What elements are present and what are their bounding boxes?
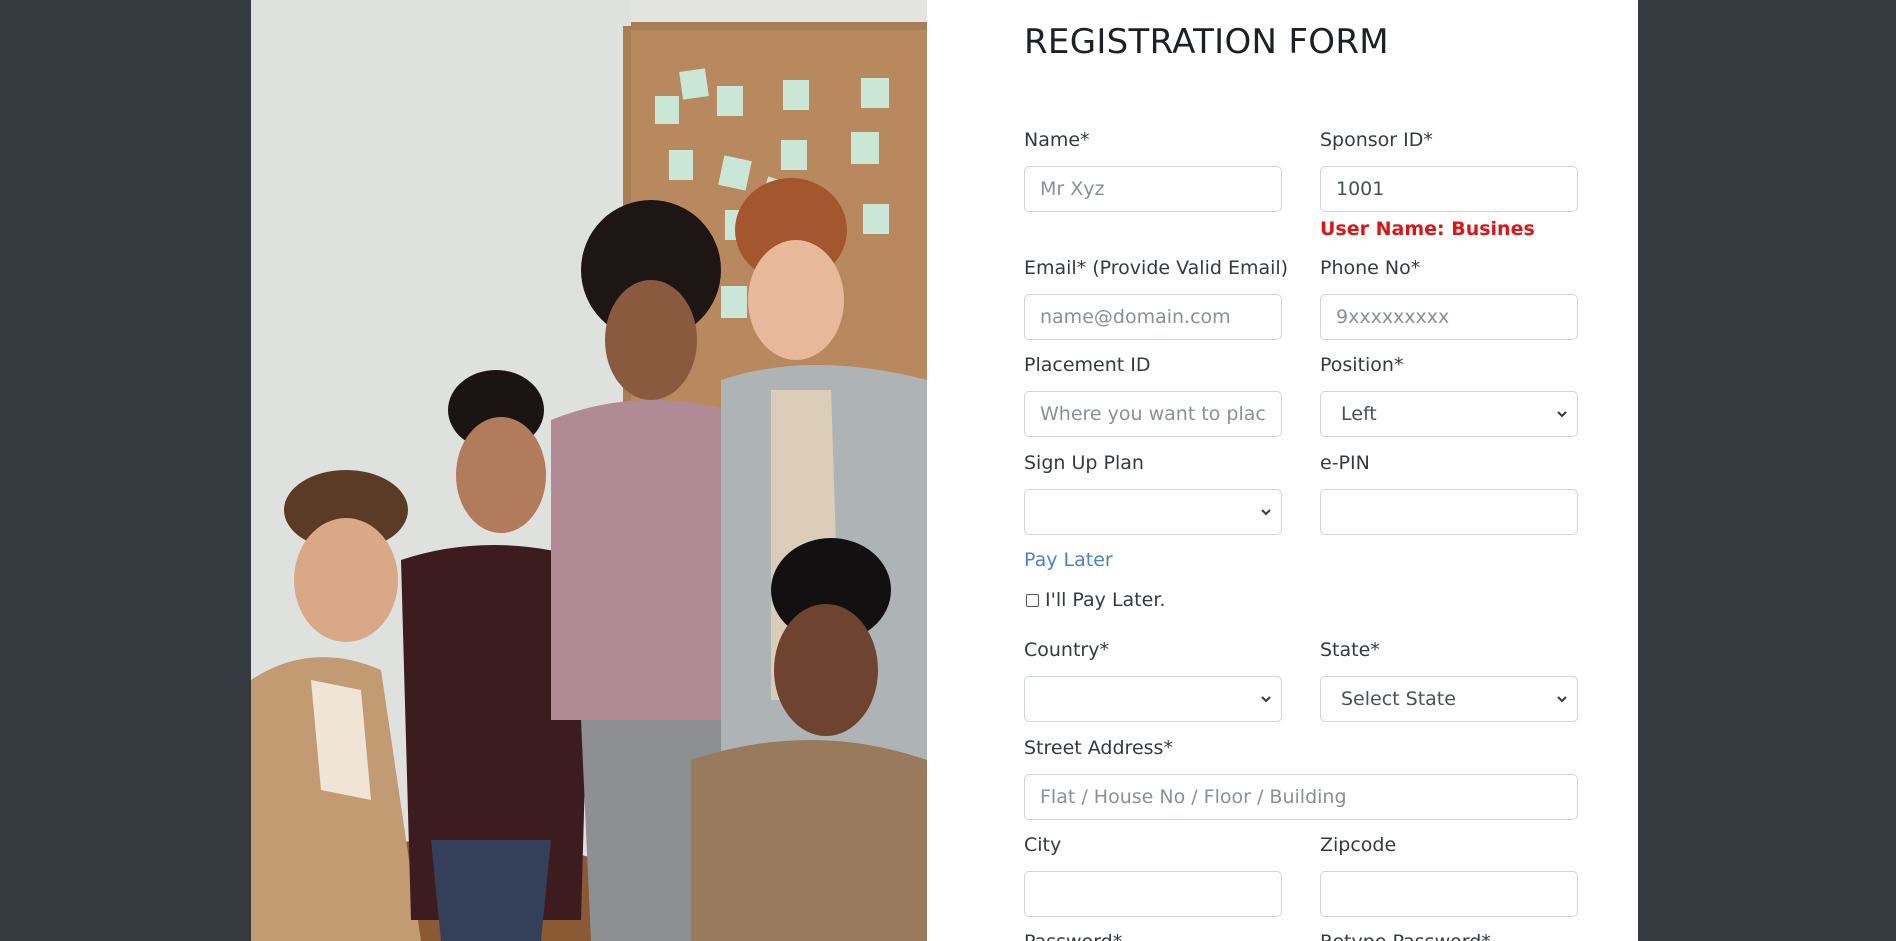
registration-form: REGISTRATION FORM Name* Sponsor ID* User… (1024, 0, 1584, 941)
retype-password-label: Retype Password* (1320, 931, 1491, 941)
email-label: Email* (Provide Valid Email) (1024, 257, 1289, 279)
phone-label: Phone No* (1320, 257, 1421, 279)
signup-plan-label: Sign Up Plan (1024, 452, 1144, 474)
pay-later-checkbox-label: I'll Pay Later. (1045, 589, 1166, 611)
street-address-input[interactable] (1024, 774, 1578, 820)
position-selected-value: Left (1341, 403, 1377, 425)
placement-id-input[interactable] (1024, 391, 1282, 437)
form-title: REGISTRATION FORM (1024, 22, 1389, 62)
state-selected-value: Select State (1341, 688, 1456, 710)
position-select[interactable]: Left (1320, 391, 1578, 437)
country-select[interactable] (1024, 676, 1282, 722)
sponsor-id-input[interactable] (1320, 166, 1578, 212)
city-input[interactable] (1024, 871, 1282, 917)
epin-label: e-PIN (1320, 452, 1370, 474)
name-input[interactable] (1024, 166, 1282, 212)
zipcode-label: Zipcode (1320, 834, 1397, 856)
epin-input[interactable] (1320, 489, 1578, 535)
phone-input[interactable] (1320, 294, 1578, 340)
chevron-down-icon (1261, 509, 1271, 516)
pay-later-link[interactable]: Pay Later (1024, 549, 1113, 571)
position-label: Position* (1320, 354, 1404, 376)
country-label: Country* (1024, 639, 1109, 661)
name-label: Name* (1024, 129, 1090, 151)
city-label: City (1024, 834, 1062, 856)
sponsor-username-message: User Name: Busines (1320, 218, 1535, 240)
sponsor-id-label: Sponsor ID* (1320, 129, 1433, 151)
email-input[interactable] (1024, 294, 1282, 340)
chevron-down-icon (1557, 696, 1567, 703)
chevron-down-icon (1261, 696, 1271, 703)
street-address-label: Street Address* (1024, 737, 1173, 759)
state-select[interactable]: Select State (1320, 676, 1578, 722)
pay-later-checkbox[interactable] (1026, 594, 1039, 607)
password-label: Password* (1024, 931, 1122, 941)
placement-id-label: Placement ID (1024, 354, 1151, 376)
zipcode-input[interactable] (1320, 871, 1578, 917)
chevron-down-icon (1557, 411, 1567, 418)
team-photo (251, 0, 927, 941)
registration-card: REGISTRATION FORM Name* Sponsor ID* User… (251, 0, 1638, 941)
state-label: State* (1320, 639, 1380, 661)
signup-plan-select[interactable] (1024, 489, 1282, 535)
